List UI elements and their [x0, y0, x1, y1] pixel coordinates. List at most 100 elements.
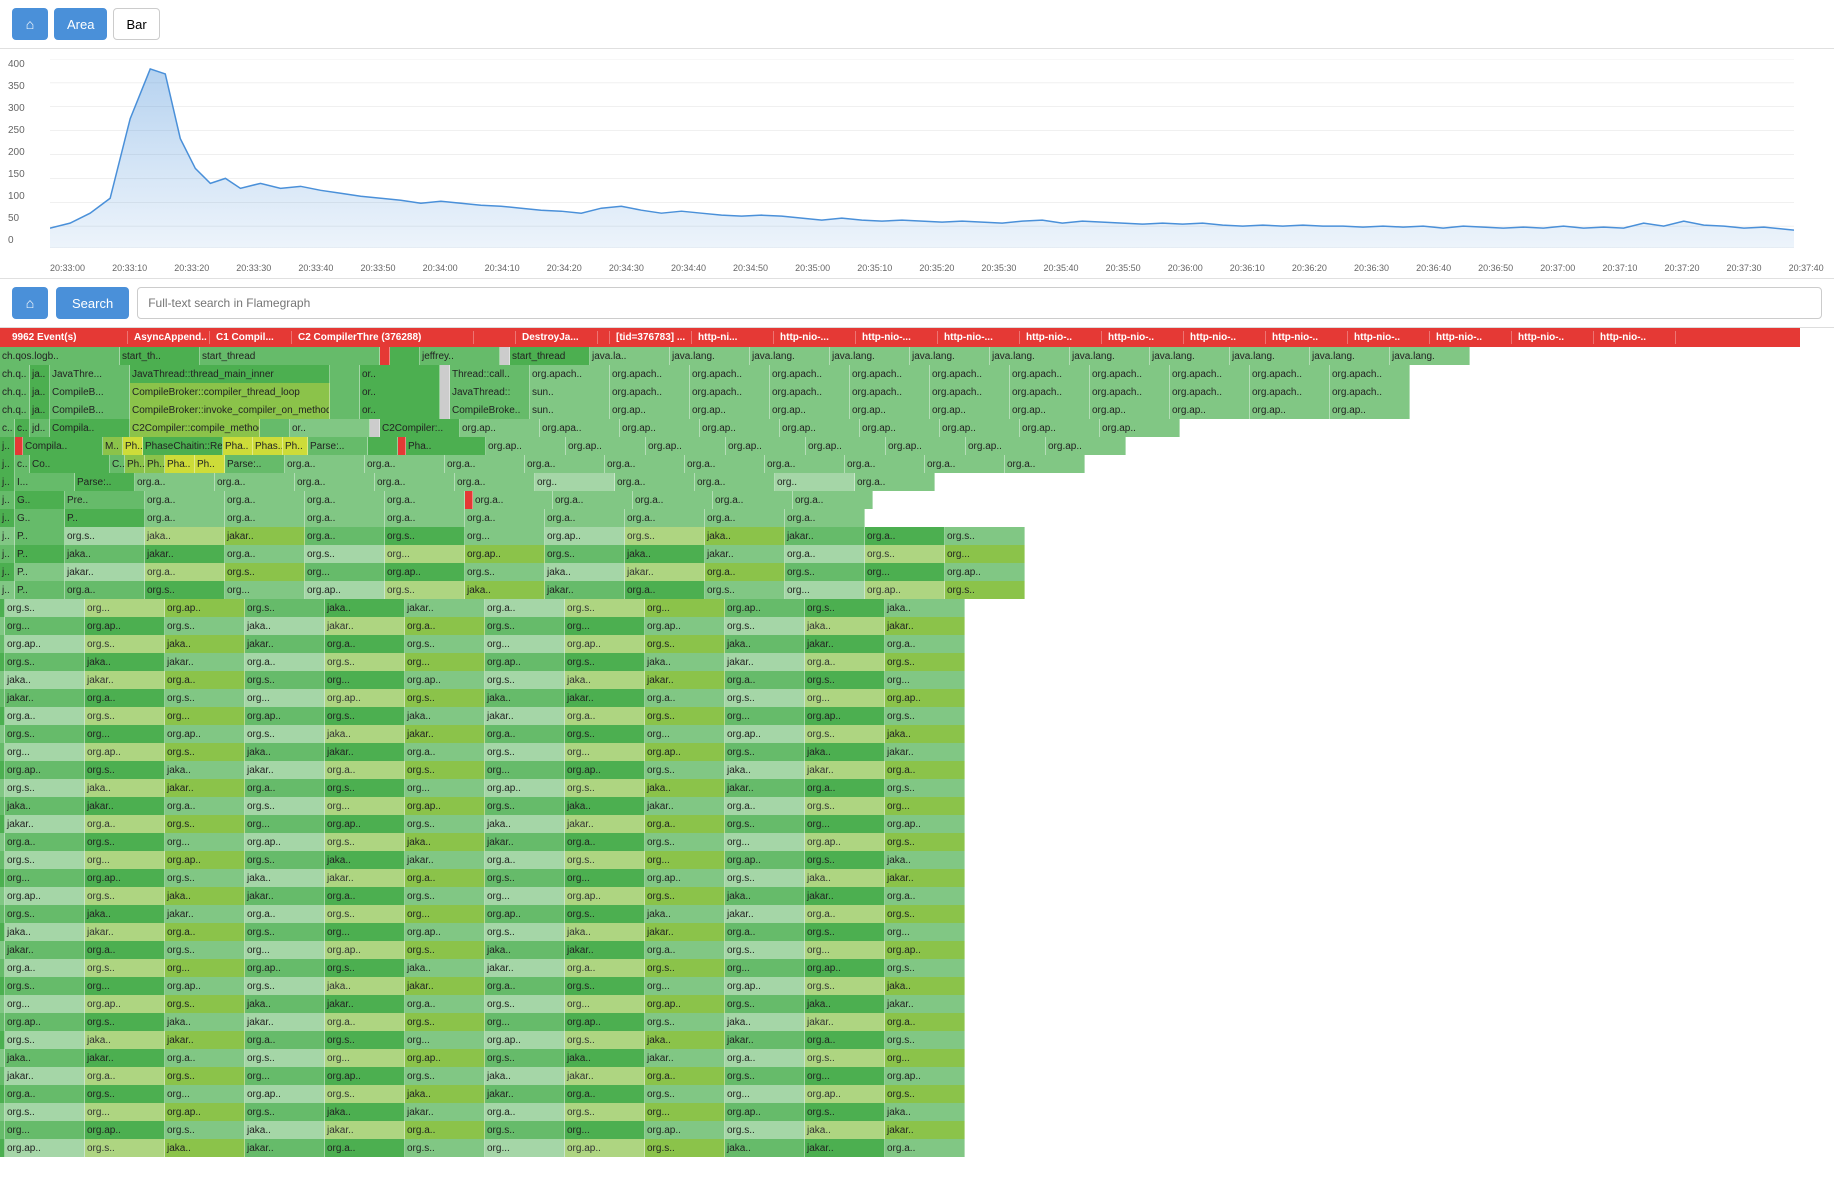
cell-r35-c9[interactable]: org... [725, 959, 805, 977]
cell-org-apach-3k[interactable]: org.apach.. [1330, 383, 1410, 401]
cell-java-lang-4[interactable]: java.lang. [910, 347, 990, 365]
cell-r14-c8[interactable]: org.s.. [705, 581, 785, 599]
cell-org-ap-4h[interactable]: org.ap.. [1170, 401, 1250, 419]
cell-org-ap-6e[interactable]: org.ap.. [806, 437, 886, 455]
cell-r15-c7[interactable]: org.s.. [565, 599, 645, 617]
cell-r20-c5[interactable]: org.s.. [405, 689, 485, 707]
cell-r28-c10[interactable]: org.ap.. [805, 833, 885, 851]
cell-r18-c1[interactable]: jaka.. [85, 653, 165, 671]
cell-r17-c3[interactable]: jakar.. [245, 635, 325, 653]
cell-r19-c5[interactable]: org.ap.. [405, 671, 485, 689]
cell-org-a-8h[interactable]: org.a.. [695, 473, 775, 491]
cell-r21-c0[interactable]: org.a.. [5, 707, 85, 725]
cell-org-a-10d[interactable]: org.a.. [385, 509, 465, 527]
cell-compileb-4[interactable]: CompileB... [50, 401, 130, 419]
cell-org-a-10g[interactable]: org.a.. [625, 509, 705, 527]
cell-org-apach-3b[interactable]: org.apach.. [610, 383, 690, 401]
cell-r16-c0[interactable]: org... [5, 617, 85, 635]
cell-r33-c2[interactable]: org.a.. [165, 923, 245, 941]
cell-r20-c10[interactable]: org... [805, 689, 885, 707]
cell-org-apach-8[interactable]: org.apach.. [1090, 365, 1170, 383]
cell-r43-c5[interactable]: jakar.. [405, 1103, 485, 1121]
cell-r38-c4[interactable]: org.a.. [325, 1013, 405, 1031]
cell-r14-c7[interactable]: org.a.. [625, 581, 705, 599]
cell-org-a-8g[interactable]: org.a.. [615, 473, 695, 491]
home-button[interactable]: ⌂ [12, 8, 48, 40]
cell-r31-c0[interactable]: org.ap.. [5, 887, 85, 905]
cell-r38-c8[interactable]: org.s.. [645, 1013, 725, 1031]
header-col-http2[interactable]: http-nio-... [776, 331, 856, 344]
cell-org-ap-6c[interactable]: org.ap.. [646, 437, 726, 455]
cell-r41-c8[interactable]: org.a.. [645, 1067, 725, 1085]
cell-r32-c8[interactable]: jaka.. [645, 905, 725, 923]
cell-r32-c1[interactable]: jaka.. [85, 905, 165, 923]
cell-r31-c6[interactable]: org... [485, 887, 565, 905]
cell-r19-c4[interactable]: org... [325, 671, 405, 689]
cell-r45-c2[interactable]: jaka.. [165, 1139, 245, 1157]
cell-P10[interactable]: P.. [65, 509, 145, 527]
cell-r41-c1[interactable]: org.a.. [85, 1067, 165, 1085]
cell-r21-c1[interactable]: org.s.. [85, 707, 165, 725]
cell-r18-c0[interactable]: org.s.. [5, 653, 85, 671]
cell-r38-c10[interactable]: jakar.. [805, 1013, 885, 1031]
cell-r24-c5[interactable]: org.s.. [405, 761, 485, 779]
cell-r26-c2[interactable]: org.a.. [165, 797, 245, 815]
cell-r26-c1[interactable]: jakar.. [85, 797, 165, 815]
cell-r14-c0[interactable]: org.a.. [65, 581, 145, 599]
cell-r43-c3[interactable]: org.s.. [245, 1103, 325, 1121]
cell-r12-c0[interactable]: jaka.. [65, 545, 145, 563]
cell-r29-c11[interactable]: jaka.. [885, 851, 965, 869]
cell-java-lang-7[interactable]: java.lang. [1150, 347, 1230, 365]
cell-mid-12[interactable]: P.. [15, 545, 65, 563]
cell-r30-c1[interactable]: org.ap.. [85, 869, 165, 887]
cell-r41-c6[interactable]: jaka.. [485, 1067, 565, 1085]
cell-r36-c6[interactable]: org.a.. [485, 977, 565, 995]
cell-r14-c6[interactable]: jakar.. [545, 581, 625, 599]
cell-r39-c1[interactable]: jaka.. [85, 1031, 165, 1049]
cell-org-a-7h[interactable]: org.a.. [845, 455, 925, 473]
cell-r41-c11[interactable]: org.ap.. [885, 1067, 965, 1085]
cell-r19-c0[interactable]: jaka.. [5, 671, 85, 689]
search-button[interactable]: Search [56, 287, 129, 319]
cell-r30-c9[interactable]: org.s.. [725, 869, 805, 887]
cell-r11-c10[interactable]: org.a.. [865, 527, 945, 545]
cell-r16-c3[interactable]: jaka.. [245, 617, 325, 635]
cell-r12-c5[interactable]: org.ap.. [465, 545, 545, 563]
cell-r30-c6[interactable]: org.s.. [485, 869, 565, 887]
cell-java-thread-3[interactable]: JavaThread:: [450, 383, 530, 401]
cell-r16-c11[interactable]: jakar.. [885, 617, 965, 635]
cell-r21-c2[interactable]: org... [165, 707, 245, 725]
cell-org-ap-6a[interactable]: org.ap.. [486, 437, 566, 455]
cell-r42-c7[interactable]: org.a.. [565, 1085, 645, 1103]
cell-r42-c8[interactable]: org.s.. [645, 1085, 725, 1103]
cell-org-a-9a[interactable]: org.a.. [145, 491, 225, 509]
cell-r12-c3[interactable]: org.s.. [305, 545, 385, 563]
cell-org-a-8d[interactable]: org.a.. [375, 473, 455, 491]
cell-r17-c8[interactable]: org.s.. [645, 635, 725, 653]
cell-org-a-8j[interactable]: org.a.. [855, 473, 935, 491]
cell-r45-c6[interactable]: org... [485, 1139, 565, 1157]
cell-parse8a[interactable]: Parse:.. [75, 473, 135, 491]
cell-r27-c0[interactable]: jakar.. [5, 815, 85, 833]
cell-org-apach-3d[interactable]: org.apach.. [770, 383, 850, 401]
cell-r28-c7[interactable]: org.a.. [565, 833, 645, 851]
cell-r13-c4[interactable]: org.ap.. [385, 563, 465, 581]
cell-r22-c10[interactable]: org.s.. [805, 725, 885, 743]
cell-java-lang-2[interactable]: java.lang. [750, 347, 830, 365]
cell-r27-c5[interactable]: org.s.. [405, 815, 485, 833]
cell-r15-c3[interactable]: org.s.. [245, 599, 325, 617]
cell-r20-c6[interactable]: jaka.. [485, 689, 565, 707]
cell-r29-c6[interactable]: org.a.. [485, 851, 565, 869]
cell-j7[interactable]: j.. [0, 455, 15, 473]
cell-r27-c3[interactable]: org... [245, 815, 325, 833]
cell-pha6b[interactable]: Pha.. [223, 437, 253, 455]
cell-r23-c11[interactable]: jakar.. [885, 743, 965, 761]
cell-org-a-7f[interactable]: org.a.. [685, 455, 765, 473]
cell-r27-c7[interactable]: jakar.. [565, 815, 645, 833]
cell-r36-c8[interactable]: org... [645, 977, 725, 995]
cell-start-thread-left[interactable]: start_thread [200, 347, 380, 365]
cell-r18-c4[interactable]: org.s.. [325, 653, 405, 671]
cell-r41-c0[interactable]: jakar.. [5, 1067, 85, 1085]
cell-ph7a[interactable]: Ph.. [125, 455, 145, 473]
cell-r42-c1[interactable]: org.s.. [85, 1085, 165, 1103]
